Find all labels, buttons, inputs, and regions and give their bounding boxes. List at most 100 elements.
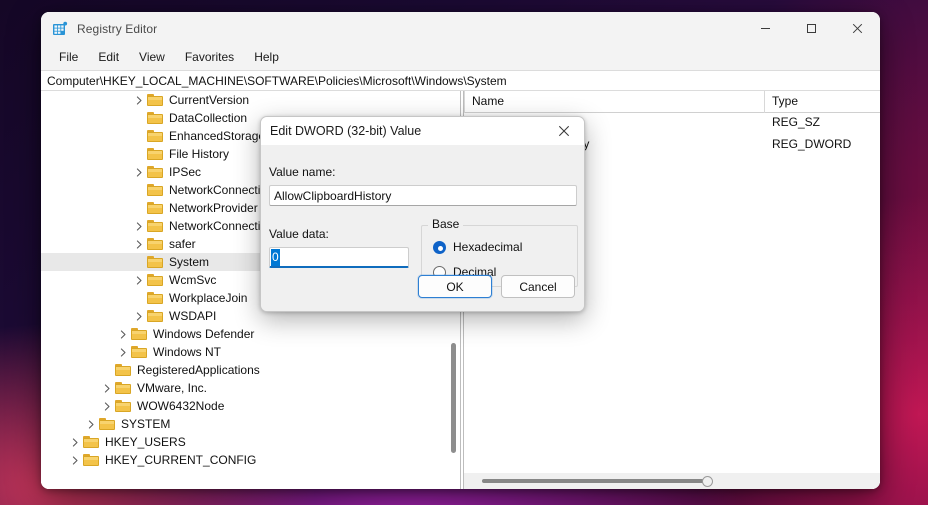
tree-item-label: System	[169, 255, 210, 269]
column-separator-left	[464, 91, 465, 113]
dialog-title: Edit DWORD (32-bit) Value	[270, 124, 422, 138]
value-data-input[interactable]	[269, 247, 409, 268]
folder-icon	[147, 93, 164, 107]
address-bar[interactable]: Computer\HKEY_LOCAL_MACHINE\SOFTWARE\Pol…	[41, 70, 880, 91]
folder-icon	[115, 381, 132, 395]
tree-item-label: HKEY_USERS	[105, 435, 186, 449]
chevron-right-icon[interactable]	[132, 91, 147, 109]
tree-item-label: WOW6432Node	[137, 399, 225, 413]
folder-icon	[147, 273, 164, 287]
menu-edit[interactable]: Edit	[88, 47, 129, 68]
tree-item-vmware-inc[interactable]: VMware, Inc.	[41, 379, 460, 397]
values-horizontal-scrollbar[interactable]	[464, 473, 880, 489]
menu-favorites[interactable]: Favorites	[175, 47, 244, 68]
dialog-titlebar[interactable]: Edit DWORD (32-bit) Value	[261, 117, 584, 145]
tree-item-system[interactable]: SYSTEM	[41, 415, 460, 433]
dialog-close-icon[interactable]	[544, 117, 584, 145]
tree-item-label: File History	[169, 147, 230, 161]
chevron-right-icon[interactable]	[132, 235, 147, 253]
window-titlebar[interactable]: Registry Editor	[41, 12, 880, 45]
folder-icon	[147, 111, 164, 125]
chevron-right-icon[interactable]	[68, 451, 83, 469]
tree-item-label: WSDAPI	[169, 309, 217, 323]
radio-hexadecimal-icon	[433, 240, 446, 254]
tree-item-label: safer	[169, 237, 196, 251]
folder-icon	[131, 345, 148, 359]
value-name-label: Value name:	[269, 165, 336, 179]
tree-scrollbar-thumb[interactable]	[451, 343, 456, 453]
chevron-right-icon[interactable]	[116, 343, 131, 361]
tree-item-wow6432node[interactable]: WOW6432Node	[41, 397, 460, 415]
tree-item-label: NetworkProvider	[169, 201, 258, 215]
column-header-name[interactable]: Name	[472, 94, 504, 108]
chevron-right-icon[interactable]	[116, 325, 131, 343]
close-button[interactable]	[834, 12, 880, 45]
cancel-button[interactable]: Cancel	[501, 275, 575, 298]
tree-item-label: WcmSvc	[169, 273, 217, 287]
tree-item-windows-defender[interactable]: Windows Defender	[41, 325, 460, 343]
folder-icon	[147, 255, 164, 269]
chevron-right-icon[interactable]	[100, 379, 115, 397]
chevron-right-icon[interactable]	[132, 307, 147, 325]
registry-editor-icon	[52, 21, 68, 37]
chevron-right-icon[interactable]	[100, 397, 115, 415]
tree-item-label: Windows Defender	[153, 327, 255, 341]
base-group-label: Base	[428, 217, 464, 231]
column-header-type[interactable]: Type	[772, 94, 798, 108]
chevron-right-icon[interactable]	[132, 217, 147, 235]
folder-icon	[147, 165, 164, 179]
registry-editor-window: Registry Editor File Edit View Favorites…	[41, 12, 880, 489]
folder-icon	[83, 453, 100, 467]
menu-bar: File Edit View Favorites Help	[41, 45, 880, 70]
radio-hexadecimal[interactable]: Hexadecimal	[433, 240, 522, 254]
menu-view[interactable]: View	[129, 47, 175, 68]
folder-icon	[115, 399, 132, 413]
value-data-label: Value data:	[269, 227, 329, 241]
tree-item-windows-nt[interactable]: Windows NT	[41, 343, 460, 361]
values-scrollbar-thumb[interactable]	[482, 476, 713, 487]
tree-item-registeredapplications[interactable]: RegisteredApplications	[41, 361, 460, 379]
value-name-input[interactable]	[269, 185, 577, 206]
folder-icon	[147, 219, 164, 233]
folder-icon	[147, 309, 164, 323]
folder-icon	[83, 435, 100, 449]
value-data-selected-text: 0	[271, 249, 280, 266]
minimize-button[interactable]	[742, 12, 788, 45]
folder-icon	[147, 237, 164, 251]
window-title: Registry Editor	[77, 21, 158, 36]
chevron-right-icon[interactable]	[132, 271, 147, 289]
menu-file[interactable]: File	[49, 47, 88, 68]
tree-item-label: CurrentVersion	[169, 93, 250, 107]
window-controls	[742, 12, 880, 45]
maximize-button[interactable]	[788, 12, 834, 45]
ok-button[interactable]: OK	[418, 275, 492, 298]
tree-item-label: Windows NT	[153, 345, 222, 359]
radio-hexadecimal-label: Hexadecimal	[453, 240, 523, 254]
menu-help[interactable]: Help	[244, 47, 289, 68]
chevron-right-icon[interactable]	[84, 415, 99, 433]
tree-item-hkey-current-config[interactable]: HKEY_CURRENT_CONFIG	[41, 451, 460, 469]
folder-icon	[147, 129, 164, 143]
edit-dword-dialog: Edit DWORD (32-bit) Value Value name: Va…	[260, 116, 585, 312]
tree-item-label: DataCollection	[169, 111, 248, 125]
tree-item-label: WorkplaceJoin	[169, 291, 248, 305]
column-separator-type	[764, 91, 765, 113]
folder-icon	[147, 291, 164, 305]
value-type-cell: REG_SZ	[772, 115, 821, 129]
tree-item-label: HKEY_CURRENT_CONFIG	[105, 453, 257, 467]
tree-item-label: VMware, Inc.	[137, 381, 208, 395]
tree-item-currentversion[interactable]: CurrentVersion	[41, 91, 460, 109]
tree-item-label: IPSec	[169, 165, 202, 179]
chevron-right-icon[interactable]	[68, 433, 83, 451]
folder-icon	[147, 183, 164, 197]
folder-icon	[131, 327, 148, 341]
chevron-right-icon[interactable]	[132, 163, 147, 181]
tree-item-hkey-users[interactable]: HKEY_USERS	[41, 433, 460, 451]
